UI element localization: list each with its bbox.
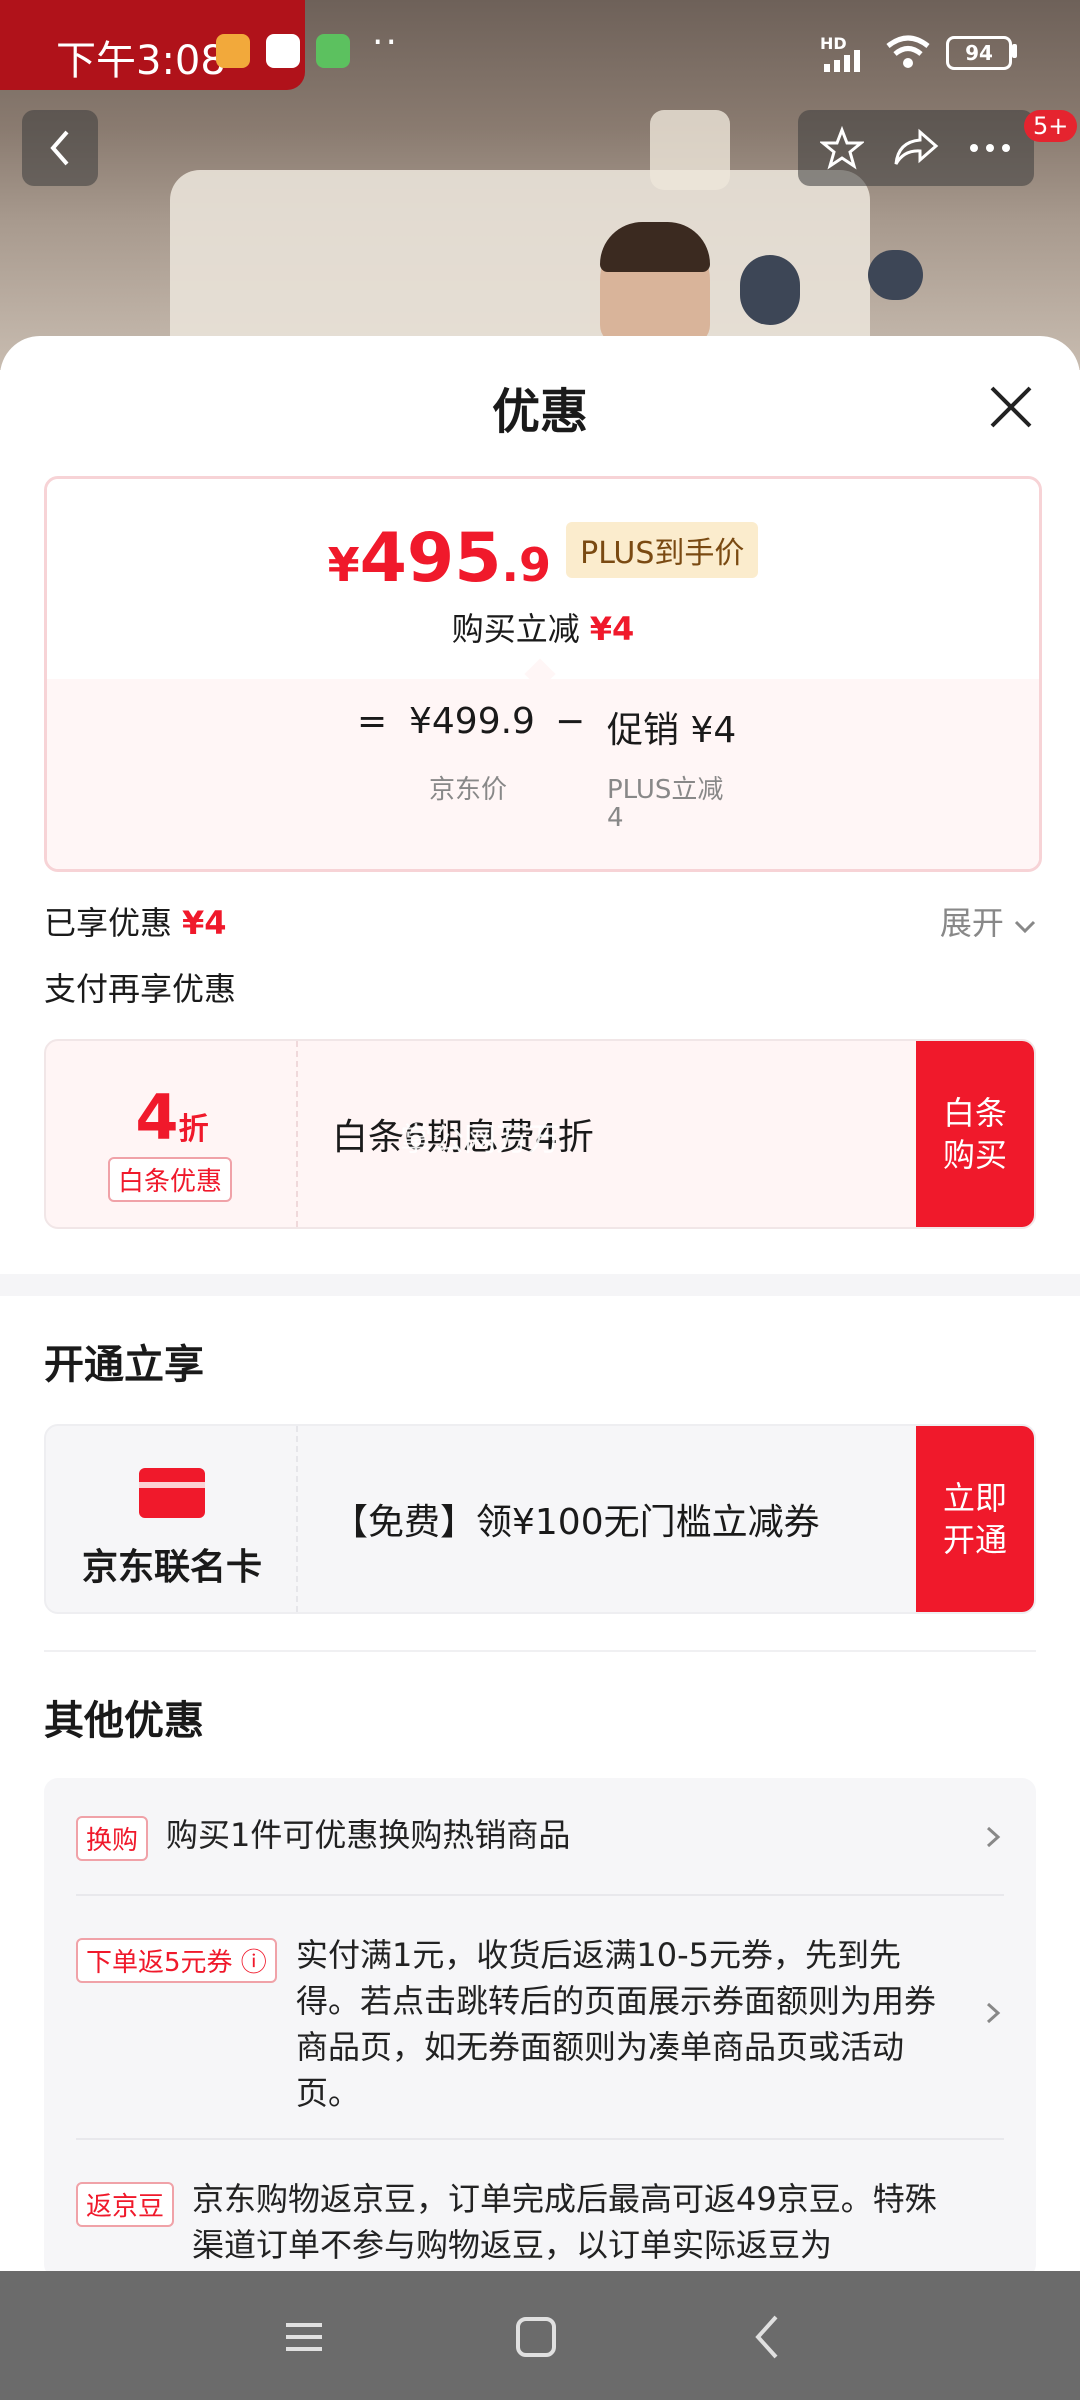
- close-icon[interactable]: [986, 382, 1036, 432]
- top-actions: [798, 110, 1034, 186]
- offer-desc: 京东购物返京豆，订单完成后最高可返49京豆。特殊渠道订单不参与购物返豆，以订单实…: [192, 2180, 937, 2264]
- instant-reduce: 购买立减 ¥4: [47, 604, 1039, 650]
- chevron-down-icon: [1014, 920, 1036, 934]
- battery-indicator: 94: [946, 36, 1012, 70]
- button-line: 开通: [942, 1521, 1007, 1559]
- watermark: 掌公网万万: [400, 1120, 561, 1158]
- battery-tip: [1012, 44, 1017, 58]
- cobrand-desc: 【免费】领¥100无门槛立减券: [332, 1502, 820, 1543]
- instant-reduce-label: 购买立减: [451, 610, 580, 648]
- chevron-right-icon: [986, 2002, 1001, 2024]
- jd-price: ¥499.9: [409, 701, 535, 742]
- wifi-icon: [886, 35, 930, 68]
- offer-desc: 购买1件可优惠换购热销商品: [166, 1816, 571, 1854]
- back-icon: [50, 130, 69, 166]
- offer-tag: 返京豆: [76, 2182, 175, 2227]
- offer-row-exchange[interactable]: 换购 购买1件可优惠换购热销商品: [76, 1816, 1004, 1866]
- share-icon[interactable]: [892, 126, 940, 170]
- signal-icon: [824, 50, 860, 72]
- card-icon: [139, 1468, 205, 1518]
- open-now-button[interactable]: 立即 开通: [916, 1426, 1034, 1612]
- discount-unit: 折: [178, 1112, 209, 1147]
- price-integer: 495: [359, 519, 502, 598]
- cobrand-name: 京东联名卡: [81, 1547, 262, 1588]
- more-icon[interactable]: [968, 142, 1012, 154]
- expand-label: 展开: [939, 904, 1004, 942]
- button-line: 购买: [942, 1136, 1007, 1174]
- promo-label: PLUS立减: [607, 775, 724, 805]
- home-icon[interactable]: [508, 2309, 564, 2365]
- row-separator: [76, 2138, 1004, 2140]
- expand-button[interactable]: 展开: [940, 898, 1036, 944]
- price-decimal: .9: [501, 538, 552, 592]
- offer-row-beans[interactable]: 返京豆 京东购物返京豆，订单完成后最高可返49京豆。特殊渠道订单不参与购物返豆，…: [76, 2180, 1004, 2282]
- section-divider: [0, 1274, 1080, 1296]
- pay-more-label: 支付再享优惠: [44, 970, 237, 1008]
- offer-row-coupon[interactable]: 下单返5元券 ⓘ 实付满1元，收货后返满10-5元券，先到先得。若点击跳转后的页…: [76, 1936, 1004, 2128]
- chevron-right-icon: [986, 1826, 1001, 1848]
- notification-app-icon: [266, 34, 300, 68]
- star-icon[interactable]: [820, 126, 864, 170]
- equals-sign: =: [357, 701, 388, 742]
- pillow-shape: [868, 250, 923, 300]
- section-title-other: 其他优惠: [44, 1698, 204, 1744]
- currency-symbol: ¥: [327, 538, 360, 592]
- cobrand-card-offer[interactable]: 京东联名卡 【免费】领¥100无门槛立减券 立即开通: [44, 1424, 1036, 1614]
- notification-app-icon: [216, 34, 250, 68]
- final-price: ¥495.9 PLUS到手价: [47, 519, 1039, 598]
- more-notifications-icon: ··: [372, 22, 399, 63]
- menu-icon[interactable]: [276, 2309, 332, 2365]
- divider-line: [44, 1650, 1036, 1652]
- status-time: 下午3:08: [56, 38, 226, 84]
- section-title-open: 开通立享: [44, 1342, 204, 1388]
- discount-number: 4: [135, 1081, 179, 1154]
- offer-desc: 实付满1元，收货后返满10-5元券，先到先得。若点击跳转后的页面展示券面额则为用…: [296, 1936, 937, 2112]
- promo-amount: 促销 ¥4: [607, 710, 737, 751]
- lamp-shape: [650, 110, 730, 190]
- message-count-badge: 5+: [1024, 110, 1078, 142]
- cobrand-left: 京东联名卡: [46, 1426, 298, 1612]
- button-line: 白条: [942, 1094, 1007, 1132]
- sheet-title: 优惠: [491, 384, 588, 440]
- baitiao-discount-area: 4折 白条优惠: [46, 1041, 298, 1227]
- price-top: ¥495.9 PLUS到手价 购买立减 ¥4: [47, 479, 1039, 679]
- discount-sheet: 优惠 ¥495.9 PLUS到手价 购买立减 ¥4 = ¥499.9 − 促销 ¥…: [0, 336, 1080, 2278]
- status-bar: 下午3:08 ·· HD 94: [0, 0, 1080, 100]
- enjoyed-value: ¥4: [182, 904, 227, 942]
- button-line: 立即: [942, 1479, 1007, 1517]
- pillow-shape: [740, 255, 800, 325]
- baitiao-tag: 白条优惠: [108, 1157, 233, 1202]
- offer-tag: 换购: [76, 1816, 149, 1861]
- back-button[interactable]: [22, 110, 98, 186]
- minus-sign: −: [555, 701, 586, 742]
- price-breakdown-card: ¥495.9 PLUS到手价 购买立减 ¥4 = ¥499.9 − 促销 ¥4 京…: [44, 476, 1042, 872]
- nav-back-icon[interactable]: [742, 2309, 798, 2365]
- row-separator: [76, 1894, 1004, 1896]
- jd-price-label: 京东价: [429, 775, 508, 805]
- enjoyed-label: 已享优惠: [44, 904, 173, 942]
- system-nav-bar: [0, 2271, 1080, 2400]
- offer-tag: 下单返5元券 ⓘ: [76, 1938, 277, 1983]
- discount-value: 4折: [46, 1081, 298, 1154]
- instant-reduce-value: ¥4: [589, 610, 635, 648]
- enjoyed-discount: 已享优惠 ¥4: [44, 898, 227, 944]
- other-offers-list: 换购 购买1件可优惠换购热销商品 下单返5元券 ⓘ 实付满1元，收货后返满10-…: [44, 1778, 1036, 2278]
- price-formula: = ¥499.9 − 促销 ¥4: [47, 701, 1039, 761]
- baitiao-buy-button[interactable]: 白条 购买: [916, 1041, 1034, 1227]
- promo-label-value: 4: [607, 803, 624, 833]
- plus-price-tag: PLUS到手价: [566, 522, 759, 578]
- notification-app-icon: [316, 34, 350, 68]
